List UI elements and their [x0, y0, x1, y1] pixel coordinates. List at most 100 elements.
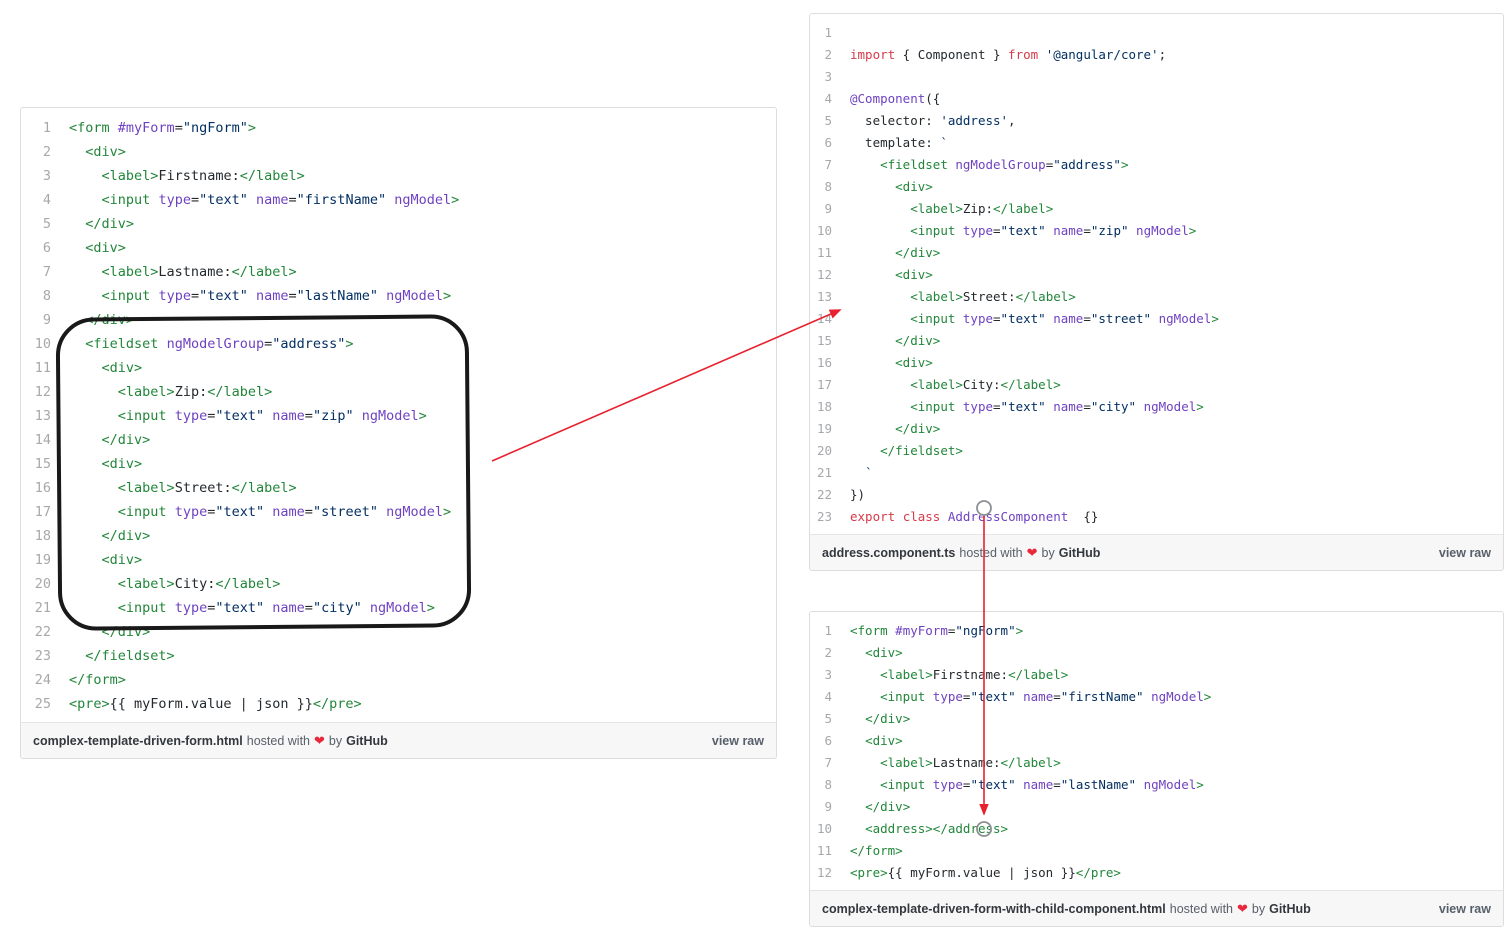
code-line: 5 </div>	[21, 212, 459, 236]
github-link[interactable]: GitHub	[1059, 546, 1101, 560]
code-line: 19 </div>	[810, 418, 1219, 440]
line-number: 2	[824, 47, 832, 62]
line-content: <div>	[865, 645, 903, 660]
code-line: 7 <label>Lastname:</label>	[810, 752, 1211, 774]
line-content: <div>	[895, 267, 933, 282]
view-raw-link[interactable]: view raw	[712, 734, 764, 748]
line-number: 23	[34, 648, 51, 664]
line-content: <input type="text" name="lastName" ngMod…	[101, 288, 452, 304]
line-content: <fieldset ngModelGroup="address">	[85, 336, 354, 352]
code-line: 4 @Component({	[810, 88, 1219, 110]
line-content: <label>City:</label>	[910, 377, 1061, 392]
line-number: 14	[34, 432, 51, 448]
line-content: <pre>{{ myForm.value | json }}</pre>	[850, 865, 1121, 880]
line-number: 10	[34, 336, 51, 352]
code-line: 8 <div>	[810, 176, 1219, 198]
code-line: 10 <input type="text" name="zip" ngModel…	[810, 220, 1219, 242]
code-line: 10 <address></address>	[810, 818, 1211, 840]
line-number: 12	[816, 267, 832, 282]
line-number: 6	[42, 240, 51, 256]
code-line: 13 <label>Street:</label>	[810, 286, 1219, 308]
line-content: <div>	[895, 355, 933, 370]
line-number: 21	[34, 600, 51, 616]
code-line: 9 </div>	[21, 308, 459, 332]
line-content: </div>	[895, 245, 941, 260]
code-line: 25 <pre>{{ myForm.value | json }}</pre>	[21, 692, 459, 716]
line-content: <label>Zip:</label>	[117, 384, 273, 400]
code-line: 16 <label>Street:</label>	[21, 476, 459, 500]
by-text: by	[1251, 901, 1266, 916]
line-content: <label>Zip:</label>	[910, 201, 1054, 216]
code-line: 9 </div>	[810, 796, 1211, 818]
line-content: </fieldset>	[85, 648, 175, 664]
line-number: 3	[824, 69, 832, 84]
gist-meta: complex-template-driven-form-with-child-…	[822, 901, 1311, 917]
code-line: 2 <div>	[810, 642, 1211, 664]
line-number: 1	[42, 120, 51, 136]
code-line: 9 <label>Zip:</label>	[810, 198, 1219, 220]
code-line: 18 </div>	[21, 524, 459, 548]
line-number: 5	[824, 711, 832, 726]
line-number: 20	[816, 443, 832, 458]
line-content: `	[865, 465, 873, 480]
code-line: 12 <label>Zip:</label>	[21, 380, 459, 404]
gist-filename-link[interactable]: address.component.ts	[822, 546, 955, 560]
line-content: <form #myForm="ngForm">	[69, 120, 256, 136]
line-content: <div>	[101, 552, 143, 568]
line-number: 13	[816, 289, 832, 304]
by-text: by	[1041, 545, 1055, 560]
line-number: 2	[824, 645, 832, 660]
code-line: 24 </form>	[21, 668, 459, 692]
code-line: 6 template: `	[810, 132, 1219, 154]
code-line: 12 <div>	[810, 264, 1219, 286]
line-number: 8	[824, 777, 832, 792]
line-number: 11	[34, 360, 51, 376]
line-content: <input type="text" name="city" ngModel>	[910, 399, 1204, 414]
line-content: import { Component } from '@angular/core…	[850, 47, 1167, 62]
gist-filename-link[interactable]: complex-template-driven-form-with-child-…	[822, 902, 1166, 916]
line-content: </div>	[85, 216, 135, 232]
line-content: <input type="text" name="city" ngModel>	[117, 600, 435, 616]
line-content: <div>	[865, 733, 903, 748]
line-number: 14	[816, 311, 832, 326]
github-link[interactable]: GitHub	[346, 734, 388, 748]
line-content: selector: 'address',	[850, 113, 1016, 128]
line-content: <label>Lastname:</label>	[101, 264, 297, 280]
line-content: <label>Lastname:</label>	[880, 755, 1061, 770]
view-raw-link[interactable]: view raw	[1439, 546, 1491, 560]
line-content: </form>	[850, 843, 903, 858]
gist-complex-template-driven-form: 1 <form #myForm="ngForm"> 2 <div> 3 <label>…	[20, 107, 777, 759]
line-number: 23	[816, 509, 832, 524]
line-content: <fieldset ngModelGroup="address">	[880, 157, 1129, 172]
code-line: 22 </div>	[21, 620, 459, 644]
code-line: 11 </div>	[810, 242, 1219, 264]
code-line: 1	[810, 22, 1219, 44]
line-number: 12	[816, 865, 832, 880]
code-line: 13 <input type="text" name="zip" ngModel…	[21, 404, 459, 428]
view-raw-link[interactable]: view raw	[1439, 902, 1491, 916]
line-content: <div>	[895, 179, 933, 194]
code-line: 20 <label>City:</label>	[21, 572, 459, 596]
code-line: 2 import { Component } from '@angular/cor…	[810, 44, 1219, 66]
code-line: 4 <input type="text" name="firstName" ng…	[810, 686, 1211, 708]
line-number: 16	[34, 480, 51, 496]
gist-filename-link[interactable]: complex-template-driven-form.html	[33, 734, 243, 748]
line-content: </div>	[865, 799, 911, 814]
gist-meta: complex-template-driven-form.html hosted…	[33, 733, 388, 749]
code-line: 22})	[810, 484, 1219, 506]
code-line: 10 <fieldset ngModelGroup="address">	[21, 332, 459, 356]
line-number: 19	[34, 552, 51, 568]
github-link[interactable]: GitHub	[1269, 902, 1311, 916]
line-content: <input type="text" name="street" ngModel…	[910, 311, 1219, 326]
line-number: 22	[816, 487, 832, 502]
line-content: <address></address>	[865, 821, 1009, 836]
code-line: 15 </div>	[810, 330, 1219, 352]
code-line: 5 </div>	[810, 708, 1211, 730]
heart-icon: ❤	[1237, 900, 1248, 916]
code-line: 7 <label>Lastname:</label>	[21, 260, 459, 284]
gist-child-component-form: 1 <form #myForm="ngForm"> 2 <div> 3 <label>…	[809, 611, 1504, 927]
line-number: 13	[34, 408, 51, 424]
line-number: 12	[34, 384, 51, 400]
line-content: <label>Firstname:</label>	[880, 667, 1069, 682]
line-content: </form>	[69, 672, 126, 688]
